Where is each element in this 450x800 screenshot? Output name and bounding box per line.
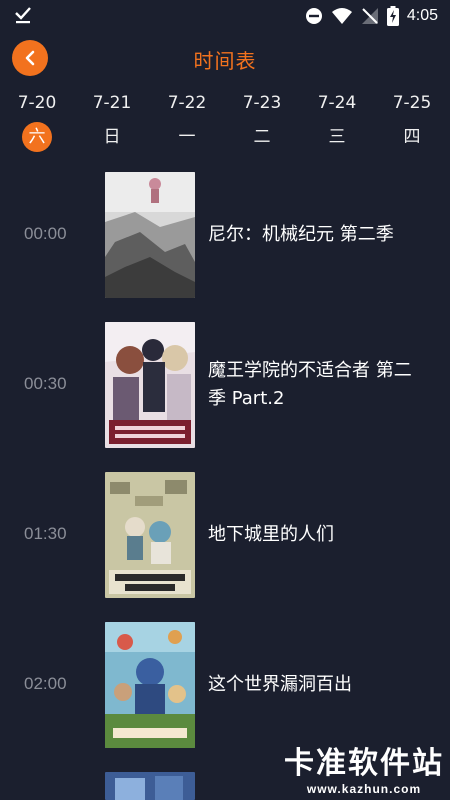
anime-poster[interactable] bbox=[105, 472, 195, 598]
day-weekday: 日 bbox=[103, 127, 121, 147]
schedule-item[interactable]: 01:30 地下城里的人们 bbox=[0, 472, 450, 598]
watermark: 卡准软件站 www.kazhun.com bbox=[284, 746, 444, 796]
day-weekday: 一 bbox=[178, 127, 196, 147]
air-time: 01:30 bbox=[24, 524, 67, 543]
watermark-url: www.kazhun.com bbox=[306, 782, 422, 796]
day-date: 7-23 bbox=[242, 93, 282, 113]
no-signal-icon bbox=[361, 8, 378, 24]
day-weekday: 四 bbox=[403, 127, 421, 147]
anime-title: 魔王学院的不适合者 第二季 Part.2 bbox=[208, 360, 412, 409]
anime-poster[interactable] bbox=[105, 172, 195, 298]
day-tab[interactable]: 7-24 三 bbox=[307, 88, 367, 158]
day-date: 7-21 bbox=[92, 93, 132, 113]
schedule-item[interactable]: 00:30 魔王学院的不适合者 第二季 Part.2 bbox=[0, 322, 450, 448]
status-bar: 4:05 bbox=[0, 0, 450, 32]
clock: 4:05 bbox=[406, 7, 438, 24]
anime-title: 这个世界漏洞百出 bbox=[208, 674, 352, 695]
day-date: 7-25 bbox=[392, 93, 432, 113]
schedule-item[interactable]: 02:00 这个世界漏洞百出 bbox=[0, 622, 450, 748]
anime-poster[interactable] bbox=[105, 322, 195, 448]
date-selector: 7-20 六 7-21 日 7-22 一 7-23 二 7-24 三 7-25 … bbox=[0, 88, 450, 158]
anime-title: 地下城里的人们 bbox=[208, 524, 334, 545]
anime-poster[interactable] bbox=[105, 772, 195, 800]
day-weekday: 六 bbox=[22, 122, 52, 152]
air-time: 00:00 bbox=[24, 224, 67, 243]
day-weekday: 三 bbox=[328, 127, 346, 147]
day-tab[interactable]: 7-22 一 bbox=[157, 88, 217, 158]
day-weekday: 二 bbox=[253, 127, 271, 147]
day-tab[interactable]: 7-20 六 bbox=[7, 88, 67, 158]
air-time: 00:30 bbox=[24, 374, 67, 393]
anime-title: 尼尔：机械纪元 第二季 bbox=[208, 224, 394, 245]
do-not-disturb-icon bbox=[305, 8, 322, 24]
day-date: 7-22 bbox=[167, 93, 207, 113]
watermark-main: 卡准软件站 bbox=[284, 746, 444, 781]
header: 时间表 bbox=[0, 36, 450, 80]
wifi-icon bbox=[331, 8, 352, 24]
download-done-icon bbox=[15, 7, 31, 24]
air-time: 02:00 bbox=[24, 674, 67, 693]
anime-poster[interactable] bbox=[105, 622, 195, 748]
battery-charging-icon bbox=[386, 6, 399, 26]
day-date: 7-24 bbox=[317, 93, 357, 113]
day-tab[interactable]: 7-21 日 bbox=[82, 88, 142, 158]
page-title: 时间表 bbox=[193, 49, 257, 73]
schedule-item[interactable]: 00:00 尼尔：机械纪元 第二季 bbox=[0, 172, 450, 298]
day-date: 7-20 bbox=[17, 93, 57, 113]
day-tab[interactable]: 7-25 四 bbox=[382, 88, 442, 158]
day-tab[interactable]: 7-23 二 bbox=[232, 88, 292, 158]
